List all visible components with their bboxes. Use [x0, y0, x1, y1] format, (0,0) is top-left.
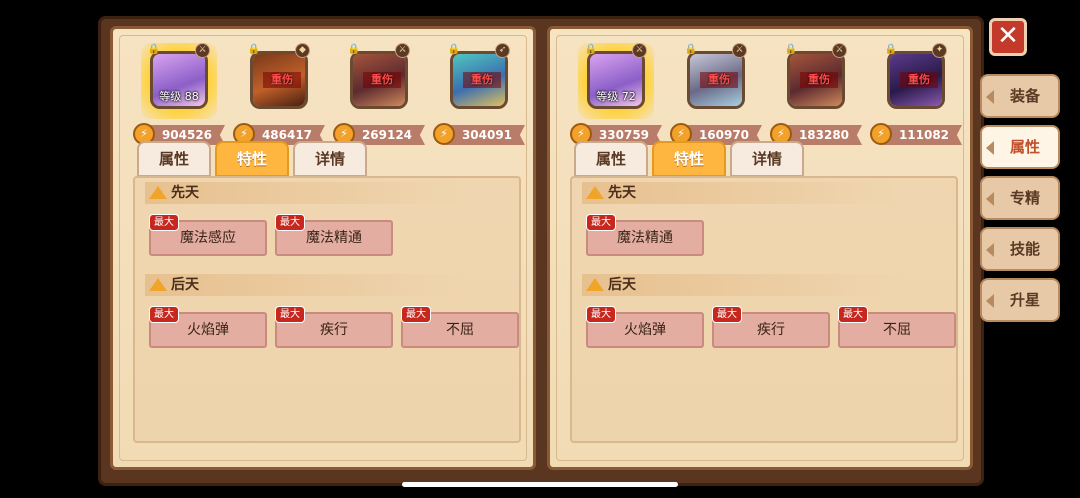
staff-icon: ✦	[932, 43, 947, 58]
side-tab-star-up[interactable]: 升星	[980, 278, 1060, 322]
side-tab-mastery[interactable]: 专精	[980, 176, 1060, 220]
chevron-left-icon	[986, 294, 994, 308]
tab-attributes[interactable]: 属性	[574, 141, 648, 177]
close-icon: ✕	[997, 21, 1019, 51]
home-indicator[interactable]	[402, 482, 678, 487]
injury-label: 重伤	[263, 72, 301, 88]
trait-item[interactable]: 最大 魔法精通	[275, 214, 393, 256]
hero-portrait[interactable]: 重伤	[250, 51, 308, 109]
close-button[interactable]: ✕	[989, 18, 1027, 56]
power-icon: ⚡	[433, 123, 455, 145]
hero-slot[interactable]: 重伤 🔒 ⚔ 183280 ⚡	[770, 41, 862, 149]
lock-icon: 🔒	[147, 44, 161, 55]
chevron-left-icon	[986, 192, 994, 206]
comparison-panel-right: 等级 72 🔒 ⚔ 330759 ⚡ 重伤 🔒 ⚔ 160970 ⚡ 重伤 🔒 …	[547, 26, 973, 470]
warning-triangle-icon	[149, 278, 167, 291]
power-icon: ⚡	[870, 123, 892, 145]
trait-item[interactable]: 最大 魔法精通	[586, 214, 704, 256]
hero-row: 等级 88 🔒 ⚔ 904526 ⚡ 重伤 🔒 ◆ 486417 ⚡ 重伤 🔒 …	[133, 41, 525, 149]
lock-icon: 🔒	[247, 44, 261, 55]
lock-icon: 🔒	[784, 44, 798, 55]
lock-icon: 🔒	[447, 44, 461, 55]
injury-label: 重伤	[800, 72, 838, 88]
warning-triangle-icon	[586, 278, 604, 291]
hero-portrait[interactable]: 重伤	[787, 51, 845, 109]
max-badge: 最大	[838, 306, 868, 323]
tab-traits[interactable]: 特性	[215, 141, 289, 177]
acquired-section-title: 后天	[145, 274, 465, 296]
trait-item[interactable]: 最大 疾行	[712, 306, 830, 348]
trait-item[interactable]: 最大 不屈	[401, 306, 519, 348]
injury-label: 重伤	[463, 72, 501, 88]
hero-slot[interactable]: 重伤 🔒 ⚔ 160970 ⚡	[670, 41, 762, 149]
hero-slot[interactable]: 重伤 🔒 ◆ 486417 ⚡	[233, 41, 325, 149]
hero-level: 等级 88	[159, 90, 199, 103]
lock-icon: 🔒	[884, 44, 898, 55]
injury-label: 重伤	[900, 72, 938, 88]
acquired-section-title: 后天	[582, 274, 902, 296]
side-tab-skills[interactable]: 技能	[980, 227, 1060, 271]
hero-portrait[interactable]: 等级 88	[150, 51, 208, 109]
hero-slot[interactable]: 等级 72 🔒 ⚔ 330759 ⚡	[570, 41, 662, 149]
side-tab-equipment[interactable]: 装备	[980, 74, 1060, 118]
trait-item[interactable]: 最大 疾行	[275, 306, 393, 348]
trait-item[interactable]: 最大 火焰弹	[149, 306, 267, 348]
max-badge: 最大	[712, 306, 742, 323]
innate-section-title: 先天	[582, 182, 902, 204]
innate-section-title: 先天	[145, 182, 465, 204]
weapon-icon: ⚔	[832, 43, 847, 58]
hero-slot[interactable]: 等级 88 🔒 ⚔ 904526 ⚡	[133, 41, 225, 149]
tab-details[interactable]: 详情	[293, 141, 367, 177]
lock-icon: 🔒	[684, 44, 698, 55]
weapon-icon: ⚔	[195, 43, 210, 58]
chevron-left-icon	[986, 243, 994, 257]
warning-triangle-icon	[586, 186, 604, 199]
max-badge: 最大	[586, 214, 616, 231]
tab-details[interactable]: 详情	[730, 141, 804, 177]
traits-content: 先天 最大 魔法精通 后天 最大 火焰弹 最大 疾行 最大 不屈	[570, 176, 958, 443]
lock-icon: 🔒	[347, 44, 361, 55]
lock-icon: 🔒	[584, 44, 598, 55]
chevron-left-icon	[986, 141, 994, 155]
hero-level: 等级 72	[596, 90, 636, 103]
weapon-icon: ⚔	[732, 43, 747, 58]
max-badge: 最大	[586, 306, 616, 323]
max-badge: 最大	[401, 306, 431, 323]
hero-slot[interactable]: 重伤 🔒 ➶ 304091 ⚡	[433, 41, 525, 149]
max-badge: 最大	[149, 214, 179, 231]
trait-item[interactable]: 最大 魔法感应	[149, 214, 267, 256]
max-badge: 最大	[275, 214, 305, 231]
max-badge: 最大	[275, 306, 305, 323]
hero-row: 等级 72 🔒 ⚔ 330759 ⚡ 重伤 🔒 ⚔ 160970 ⚡ 重伤 🔒 …	[570, 41, 962, 149]
hero-slot[interactable]: 重伤 🔒 ✦ 111082 ⚡	[870, 41, 962, 149]
bow-icon: ➶	[495, 43, 510, 58]
warning-triangle-icon	[149, 186, 167, 199]
max-badge: 最大	[149, 306, 179, 323]
trait-item[interactable]: 最大 火焰弹	[586, 306, 704, 348]
side-tab-attributes[interactable]: 属性	[980, 125, 1060, 169]
injury-label: 重伤	[700, 72, 738, 88]
hero-portrait[interactable]: 重伤	[350, 51, 408, 109]
trait-item[interactable]: 最大 不屈	[838, 306, 956, 348]
chevron-left-icon	[986, 90, 994, 104]
shield-icon: ◆	[295, 43, 310, 58]
hero-slot[interactable]: 重伤 🔒 ⚔ 269124 ⚡	[333, 41, 425, 149]
hero-portrait[interactable]: 重伤	[887, 51, 945, 109]
weapon-icon: ⚔	[632, 43, 647, 58]
weapon-icon: ⚔	[395, 43, 410, 58]
tab-attributes[interactable]: 属性	[137, 141, 211, 177]
traits-content: 先天 最大 魔法感应 最大 魔法精通 后天 最大 火焰弹 最大 疾行 最大 不屈	[133, 176, 521, 443]
hero-portrait[interactable]: 重伤	[687, 51, 745, 109]
injury-label: 重伤	[363, 72, 401, 88]
hero-portrait[interactable]: 等级 72	[587, 51, 645, 109]
hero-portrait[interactable]: 重伤	[450, 51, 508, 109]
tab-traits[interactable]: 特性	[652, 141, 726, 177]
comparison-panel-left: 等级 88 🔒 ⚔ 904526 ⚡ 重伤 🔒 ◆ 486417 ⚡ 重伤 🔒 …	[110, 26, 536, 470]
